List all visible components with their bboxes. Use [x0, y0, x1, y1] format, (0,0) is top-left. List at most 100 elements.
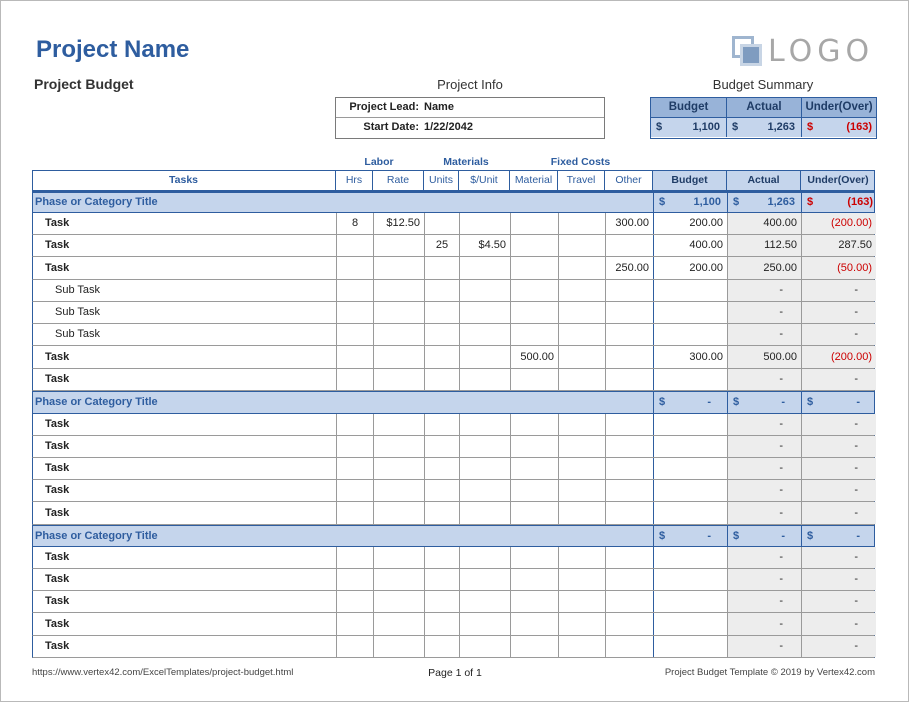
- cell-other[interactable]: [605, 591, 653, 612]
- cell-under-over[interactable]: -: [801, 436, 876, 457]
- cell-unit-price[interactable]: [459, 280, 510, 301]
- cell-actual[interactable]: -: [727, 458, 801, 479]
- cell-unit-price[interactable]: [459, 369, 510, 390]
- cell-units[interactable]: [424, 346, 459, 368]
- cell-other[interactable]: [605, 502, 653, 524]
- cell-units[interactable]: 25: [424, 235, 459, 256]
- cell-rate[interactable]: [373, 436, 424, 457]
- cell-rate[interactable]: [373, 302, 424, 323]
- task-name[interactable]: Task: [33, 480, 336, 501]
- phase-actual[interactable]: $1,263: [727, 193, 801, 212]
- task-name[interactable]: Task: [33, 257, 336, 279]
- cell-rate[interactable]: [373, 280, 424, 301]
- cell-travel[interactable]: [558, 480, 605, 501]
- cell-under-over[interactable]: -: [801, 547, 876, 568]
- cell-travel[interactable]: [558, 636, 605, 657]
- cell-rate[interactable]: [373, 235, 424, 256]
- cell-other[interactable]: 250.00: [605, 257, 653, 279]
- cell-material[interactable]: [510, 480, 558, 501]
- cell-unit-price[interactable]: [459, 414, 510, 435]
- cell-material[interactable]: [510, 280, 558, 301]
- cell-travel[interactable]: [558, 502, 605, 524]
- cell-actual[interactable]: 112.50: [727, 235, 801, 256]
- cell-under-over[interactable]: -: [801, 591, 876, 612]
- cell-actual[interactable]: -: [727, 502, 801, 524]
- cell-hrs[interactable]: [336, 302, 373, 323]
- cell-other[interactable]: [605, 547, 653, 568]
- cell-actual[interactable]: -: [727, 436, 801, 457]
- phase-actual[interactable]: $ -: [727, 392, 801, 413]
- cell-actual[interactable]: -: [727, 324, 801, 345]
- cell-unit-price[interactable]: [459, 613, 510, 635]
- cell-material[interactable]: [510, 502, 558, 524]
- cell-under-over[interactable]: -: [801, 502, 876, 524]
- cell-travel[interactable]: [558, 213, 605, 234]
- cell-travel[interactable]: [558, 436, 605, 457]
- cell-material[interactable]: 500.00: [510, 346, 558, 368]
- cell-hrs[interactable]: [336, 369, 373, 390]
- cell-budget[interactable]: 200.00: [653, 213, 727, 234]
- footer-url[interactable]: https://www.vertex42.com/ExcelTemplates/…: [32, 667, 293, 678]
- cell-travel[interactable]: [558, 458, 605, 479]
- cell-budget[interactable]: [653, 547, 727, 568]
- cell-unit-price[interactable]: [459, 257, 510, 279]
- cell-units[interactable]: [424, 324, 459, 345]
- cell-actual[interactable]: -: [727, 480, 801, 501]
- cell-budget[interactable]: [653, 591, 727, 612]
- cell-material[interactable]: [510, 302, 558, 323]
- cell-rate[interactable]: [373, 414, 424, 435]
- cell-hrs[interactable]: [336, 257, 373, 279]
- task-name[interactable]: Task: [33, 636, 336, 657]
- cell-hrs[interactable]: [336, 436, 373, 457]
- cell-hrs[interactable]: [336, 636, 373, 657]
- cell-other[interactable]: [605, 369, 653, 390]
- cell-units[interactable]: [424, 480, 459, 501]
- cell-travel[interactable]: [558, 346, 605, 368]
- cell-under-over[interactable]: -: [801, 613, 876, 635]
- page-subtitle[interactable]: Project Budget: [34, 76, 134, 92]
- cell-material[interactable]: [510, 613, 558, 635]
- cell-unit-price[interactable]: [459, 324, 510, 345]
- cell-rate[interactable]: [373, 569, 424, 590]
- cell-under-over[interactable]: (200.00): [801, 213, 876, 234]
- cell-material[interactable]: [510, 436, 558, 457]
- phase-title[interactable]: Phase or Category Title: [35, 526, 635, 546]
- summary-under-over-value[interactable]: $ (163): [802, 118, 876, 137]
- cell-travel[interactable]: [558, 414, 605, 435]
- cell-actual[interactable]: -: [727, 280, 801, 301]
- cell-under-over[interactable]: -: [801, 458, 876, 479]
- cell-travel[interactable]: [558, 302, 605, 323]
- phase-under-over[interactable]: $ -: [801, 526, 876, 546]
- page-title[interactable]: Project Name: [36, 36, 189, 64]
- cell-material[interactable]: [510, 213, 558, 234]
- cell-rate[interactable]: [373, 257, 424, 279]
- summary-actual-value[interactable]: $ 1,263: [727, 118, 802, 137]
- task-name[interactable]: Task: [33, 591, 336, 612]
- cell-hrs[interactable]: [336, 591, 373, 612]
- phase-under-over[interactable]: $ (163): [801, 193, 876, 212]
- cell-units[interactable]: [424, 257, 459, 279]
- cell-rate[interactable]: [373, 502, 424, 524]
- cell-under-over[interactable]: -: [801, 480, 876, 501]
- cell-units[interactable]: [424, 414, 459, 435]
- cell-material[interactable]: [510, 591, 558, 612]
- cell-hrs[interactable]: [336, 235, 373, 256]
- cell-hrs[interactable]: 8: [336, 213, 373, 234]
- cell-unit-price[interactable]: [459, 213, 510, 234]
- start-date-value[interactable]: 1/22/2042: [424, 121, 473, 133]
- cell-budget[interactable]: 200.00: [653, 257, 727, 279]
- cell-budget[interactable]: [653, 436, 727, 457]
- phase-budget[interactable]: $ -: [653, 392, 727, 413]
- cell-units[interactable]: [424, 280, 459, 301]
- task-name[interactable]: Task: [33, 613, 336, 635]
- cell-material[interactable]: [510, 547, 558, 568]
- cell-units[interactable]: [424, 302, 459, 323]
- cell-rate[interactable]: [373, 613, 424, 635]
- cell-budget[interactable]: [653, 414, 727, 435]
- cell-travel[interactable]: [558, 613, 605, 635]
- cell-actual[interactable]: -: [727, 414, 801, 435]
- cell-unit-price[interactable]: [459, 458, 510, 479]
- phase-title[interactable]: Phase or Category Title: [35, 193, 635, 212]
- task-name[interactable]: Task: [33, 569, 336, 590]
- cell-under-over[interactable]: -: [801, 280, 876, 301]
